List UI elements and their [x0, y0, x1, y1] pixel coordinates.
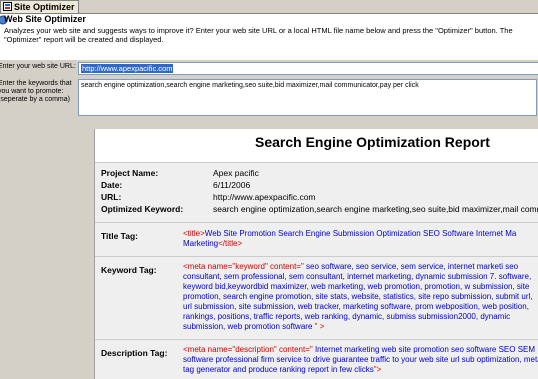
- tab-bar: Site Optimizer: [0, 0, 538, 14]
- header-panel: Web Site Optimizer Analyzes your web sit…: [0, 14, 538, 60]
- report-title: Search Engine Optimization Report: [255, 134, 490, 150]
- tab-label: Site Optimizer: [14, 2, 75, 12]
- title-tag-row: Title Tag: <title>Web Site Promotion Sea…: [95, 222, 538, 257]
- description-tag-row: Description Tag: <meta name="description…: [95, 339, 538, 379]
- page-description: Analyzes your web site and suggests ways…: [4, 26, 513, 44]
- keyword-tag-content: seo software, seo service, sem service, …: [183, 262, 533, 331]
- keyword-tag-open: <meta name="keyword" content=": [183, 262, 304, 271]
- report-view[interactable]: Search Engine Optimization Report Projec…: [94, 129, 538, 379]
- title-tag-open: <title>: [183, 229, 205, 238]
- keyword-tag-label: Keyword Tag:: [101, 265, 157, 275]
- title-tag-value: <title>Web Site Promotion Search Engine …: [183, 229, 538, 249]
- description-tag-label: Description Tag:: [101, 348, 168, 358]
- page-title: Web Site Optimizer: [4, 14, 86, 24]
- keyword-tag-close: " >: [314, 322, 325, 331]
- url-label: Enter your web site URL:: [0, 63, 76, 70]
- description-tag-value: <meta name="description" content=" Inter…: [183, 345, 538, 375]
- title-tag-label: Title Tag:: [101, 231, 138, 241]
- keywords-input[interactable]: search engine optimization,search engine…: [78, 79, 537, 116]
- site-optimizer-icon: [3, 2, 12, 11]
- date-label: Date:: [101, 180, 123, 190]
- keywords-label: Enter the keywords that you want to prom…: [0, 80, 72, 103]
- url-report-label: URL:: [101, 192, 122, 202]
- project-name-label: Project Name:: [101, 168, 159, 178]
- description-tag-close: ">: [373, 365, 382, 374]
- url-input[interactable]: http://www.apexpacific.com: [78, 62, 538, 75]
- divider: [0, 120, 538, 129]
- keyword-tag-row: Keyword Tag: <meta name="keyword" conten…: [95, 256, 538, 340]
- date-value: 6/11/2006: [213, 180, 251, 190]
- keyword-tag-value: <meta name="keyword" content=" seo softw…: [183, 262, 538, 332]
- tab-site-optimizer[interactable]: Site Optimizer: [0, 0, 79, 13]
- url-input-value: http://www.apexpacific.com: [81, 64, 174, 73]
- optimized-keyword-value: search engine optimization,search engine…: [213, 204, 538, 214]
- optimized-keyword-label: Optimized Keyword:: [101, 204, 184, 214]
- project-name-value: Apex pacific: [213, 168, 259, 178]
- title-tag-close: </title>: [218, 239, 243, 248]
- description-tag-open: <meta name="description" content=": [183, 345, 313, 354]
- url-report-value: http://www.apexpacific.com: [213, 192, 316, 202]
